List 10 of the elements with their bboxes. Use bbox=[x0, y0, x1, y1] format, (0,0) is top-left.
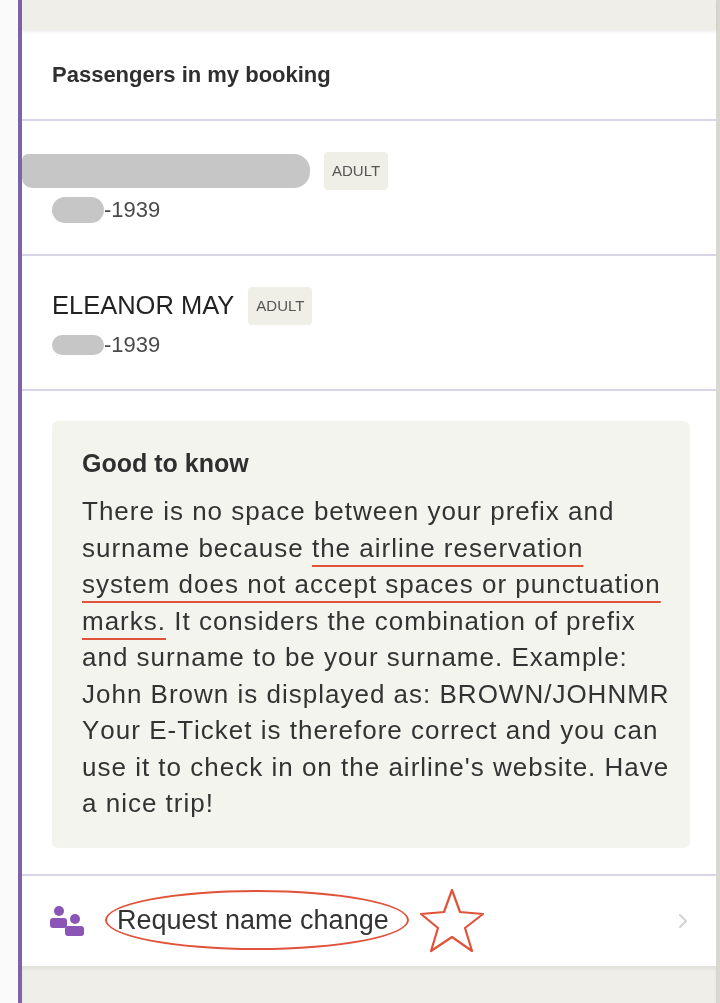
passenger-type-badge: ADULT bbox=[324, 151, 389, 190]
section-title: Passengers in my booking bbox=[52, 61, 331, 88]
birth-date: -1939 bbox=[104, 331, 161, 358]
info-card-text: There is no space between your prefix and surname because the airline reservation system does not accept spaces or punctuation marks. It considers the combination of prefix and surname to be your surname. Example: John Brown is displayed as: BROWN/JOHNMR Your E-Ticket is therefore correct and you can use it to check in on the airline's website. Have a nice trip! bbox=[82, 495, 671, 820]
info-card-title: Good to know bbox=[82, 448, 250, 478]
birth-date: -1939 bbox=[104, 196, 161, 223]
passenger-type-badge: ADULT bbox=[248, 286, 313, 325]
passenger-name: ELEANOR MAY bbox=[52, 291, 235, 320]
people-icon bbox=[50, 905, 84, 936]
chevron-right-icon bbox=[678, 912, 688, 929]
